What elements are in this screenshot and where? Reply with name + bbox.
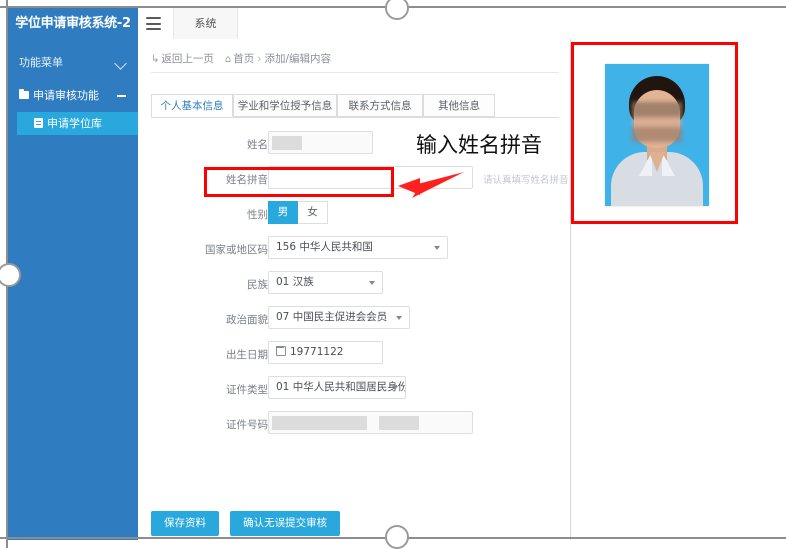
- form-tabs: 个人基本信息 学业和学位授予信息 联系方式信息 其他信息: [151, 94, 559, 118]
- form-actions: 保存资料 确认无误提交审核: [151, 511, 346, 536]
- home-icon: ⌂: [224, 54, 232, 65]
- form-row-country-code: 国家或地区码 156 中华人民共和国: [138, 234, 570, 269]
- label-name-pinyin: 姓名拼音: [226, 174, 268, 186]
- breadcrumb-current: 添加/编辑内容: [264, 53, 331, 65]
- select-political-status[interactable]: 07 中国民主促进会会员: [268, 306, 410, 329]
- sidebar: 功能菜单 申请审核功能 申请学位库: [8, 39, 138, 540]
- gender-option-female[interactable]: 女: [298, 201, 328, 224]
- folder-icon: [19, 88, 29, 99]
- panel-divider: [151, 72, 559, 73]
- app-title: 学位申请审核系统-2: [8, 8, 138, 39]
- select-id-type[interactable]: 01 中华人民共和国居民身份证: [268, 376, 406, 399]
- redacted-value: [272, 416, 367, 430]
- gender-option-male[interactable]: 男: [268, 201, 298, 224]
- hint-name-pinyin: 请认真填写姓名拼音: [483, 175, 569, 186]
- document-icon: [34, 118, 43, 128]
- input-birth-date[interactable]: 19771122: [268, 341, 383, 364]
- personal-info-form: 姓名 姓名拼音 请认真填写姓名拼音 性别 男 女 国家或地区码 156 中华人民…: [138, 129, 570, 444]
- label-name: 姓名: [247, 139, 268, 151]
- label-id-type: 证件类型: [226, 384, 268, 396]
- content-area: ↳ 返回上一页 ⌂ 首页 › 添加/编辑内容 个人基本信息 学业和学位授予信息 联系方式信…: [138, 39, 571, 540]
- sidebar-item-degree-application[interactable]: 申请学位库: [17, 112, 138, 135]
- sidebar-item-label: 申请学位库: [47, 117, 102, 130]
- form-row-gender: 性别 男 女: [138, 199, 570, 234]
- binding-ring-bottom: [385, 525, 409, 549]
- form-row-id-number: 证件号码: [138, 409, 570, 444]
- breadcrumb-back-link[interactable]: 返回上一页: [161, 53, 214, 65]
- redacted-value: [379, 416, 419, 430]
- label-country-code: 国家或地区码: [205, 244, 268, 256]
- breadcrumb-separator: ›: [257, 53, 262, 65]
- save-button[interactable]: 保存资料: [151, 511, 219, 536]
- select-country-code[interactable]: 156 中华人民共和国: [268, 236, 448, 259]
- chevron-down-icon: [392, 386, 398, 390]
- top-bar: 学位申请审核系统-2 系统: [8, 8, 570, 40]
- tab-other-info[interactable]: 其他信息: [423, 94, 495, 117]
- select-ethnicity[interactable]: 01 汉族: [268, 271, 383, 294]
- label-birth-date: 出生日期: [226, 349, 268, 361]
- annotation-text: 输入姓名拼音: [416, 133, 542, 157]
- breadcrumb-home-link[interactable]: 首页: [233, 53, 254, 65]
- form-row-political-status: 政治面貌 07 中国民主促进会会员: [138, 304, 570, 339]
- submit-for-review-button[interactable]: 确认无误提交审核: [230, 511, 341, 536]
- redacted-value: [272, 136, 302, 150]
- label-gender: 性别: [247, 209, 268, 221]
- label-id-number: 证件号码: [226, 419, 268, 431]
- select-political-status-value: 07 中国民主促进会会员: [276, 311, 388, 323]
- calendar-icon: [275, 345, 286, 356]
- tab-academic-degree-info[interactable]: 学业和学位授予信息: [233, 94, 337, 117]
- input-name-pinyin[interactable]: [268, 166, 473, 189]
- chevron-down-icon: [369, 281, 375, 285]
- tab-contact-info[interactable]: 联系方式信息: [337, 94, 423, 117]
- sidebar-menu-header[interactable]: 功能菜单: [8, 50, 138, 76]
- input-id-number[interactable]: [268, 411, 473, 434]
- input-name[interactable]: [268, 131, 373, 154]
- chevron-down-icon: [396, 316, 402, 320]
- form-row-id-type: 证件类型 01 中华人民共和国居民身份证: [138, 374, 570, 409]
- form-row-birth-date: 出生日期 19771122: [138, 339, 570, 374]
- birth-date-value: 19771122: [290, 346, 344, 358]
- tab-system[interactable]: 系统: [173, 8, 238, 39]
- form-row-name-pinyin: 姓名拼音 请认真填写姓名拼音: [138, 164, 570, 199]
- sidebar-group-label: 申请审核功能: [33, 89, 99, 102]
- photo-face-blur: [632, 102, 682, 142]
- label-ethnicity: 民族: [247, 279, 268, 291]
- select-ethnicity-value: 01 汉族: [276, 276, 314, 288]
- hamburger-menu-icon[interactable]: [146, 17, 161, 30]
- photo-collar-right: [662, 152, 675, 176]
- photo-annotation-box: [571, 42, 738, 224]
- label-political-status: 政治面貌: [226, 314, 268, 326]
- breadcrumb: ↳ 返回上一页 ⌂ 首页 › 添加/编辑内容: [151, 51, 331, 66]
- minus-icon: [117, 95, 126, 97]
- select-country-code-value: 156 中华人民共和国: [276, 241, 373, 253]
- tab-personal-info[interactable]: 个人基本信息: [151, 94, 233, 117]
- form-row-ethnicity: 民族 01 汉族: [138, 269, 570, 304]
- sidebar-group-application-review[interactable]: 申请审核功能: [8, 84, 138, 108]
- segmented-gender: 男 女: [268, 201, 328, 224]
- sidebar-menu-header-label: 功能菜单: [19, 56, 63, 69]
- back-arrow-icon[interactable]: ↳: [151, 54, 159, 65]
- chevron-down-icon: [434, 246, 440, 250]
- chevron-down-icon: [114, 57, 127, 70]
- photo-collar-left: [639, 152, 652, 176]
- select-id-type-value: 01 中华人民共和国居民身份证: [276, 381, 406, 393]
- id-photo: [605, 64, 709, 206]
